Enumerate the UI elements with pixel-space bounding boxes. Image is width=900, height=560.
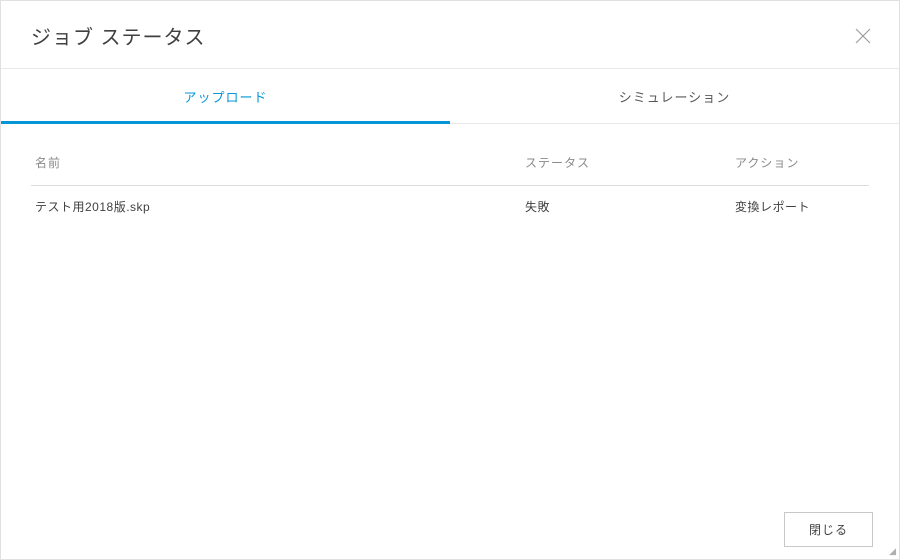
column-header-status: ステータス [525,154,735,171]
cell-status: 失敗 [525,198,735,215]
dialog-footer: 閉じる [1,500,899,559]
tab-upload-label: アップロード [183,90,267,105]
table-header-row: 名前 ステータス アクション [31,124,869,186]
cell-action-link[interactable]: 変換レポート [735,198,869,215]
tab-simulation-label: シミュレーション [619,90,730,105]
column-header-name: 名前 [35,154,525,171]
column-header-action: アクション [735,154,869,171]
tabs: アップロード シミュレーション [1,69,899,124]
close-icon[interactable] [851,24,875,48]
table-row: テスト用2018版.skp 失敗 変換レポート [31,186,869,227]
resize-grip-icon[interactable]: ◢ [889,547,896,556]
content-area: 名前 ステータス アクション テスト用2018版.skp 失敗 変換レポート [1,124,899,227]
tab-simulation[interactable]: シミュレーション [450,69,899,123]
dialog-header: ジョブ ステータス [1,1,899,69]
dialog-title: ジョブ ステータス [31,21,206,50]
close-button[interactable]: 閉じる [784,512,873,547]
tab-upload[interactable]: アップロード [1,69,450,123]
cell-name: テスト用2018版.skp [35,198,525,215]
